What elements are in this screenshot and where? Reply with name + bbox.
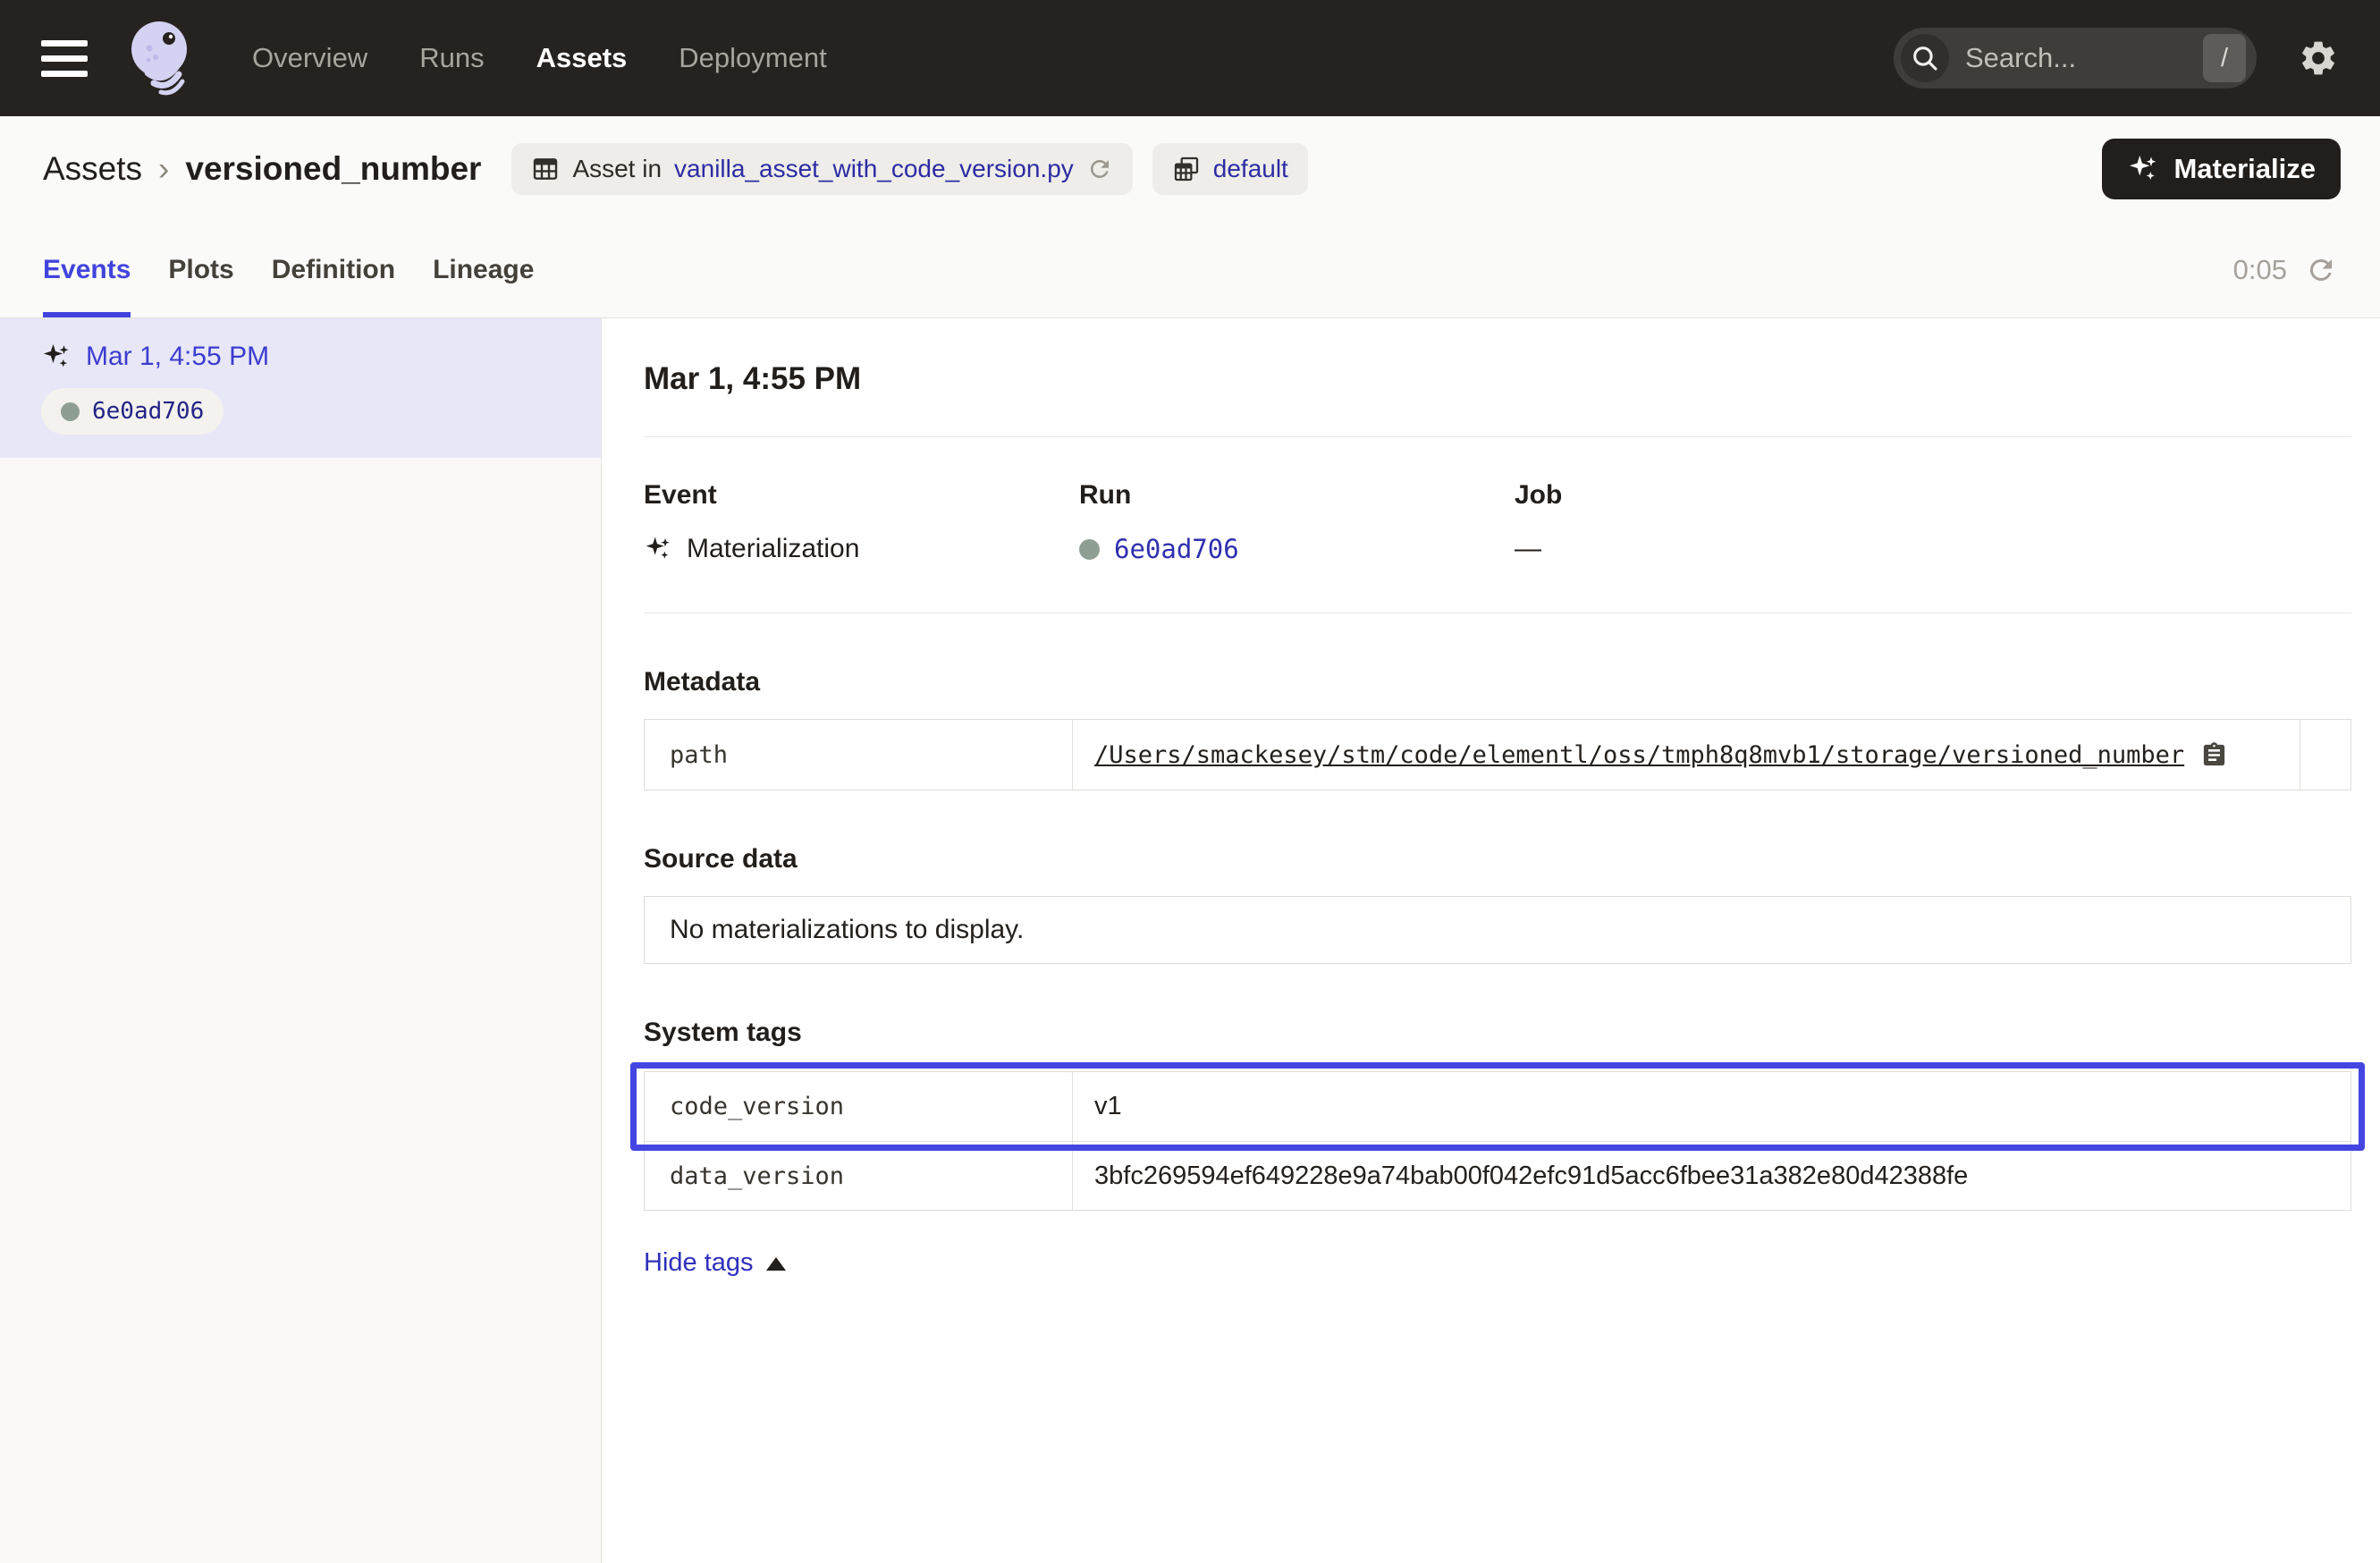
source-data-empty-state: No materializations to display.	[644, 896, 2351, 964]
breadcrumb-chevron-icon: ›	[158, 150, 169, 188]
nav-item-runs[interactable]: Runs	[419, 42, 484, 74]
caret-up-icon	[766, 1257, 786, 1271]
tab-events[interactable]: Events	[43, 222, 131, 317]
nav-item-overview[interactable]: Overview	[252, 42, 367, 74]
materialization-sparkle-icon	[644, 535, 672, 563]
table-icon	[531, 155, 560, 183]
metadata-heading: Metadata	[644, 667, 2351, 697]
nav-item-assets[interactable]: Assets	[536, 42, 628, 74]
metadata-path-link[interactable]: /Users/smackesey/stm/code/elementl/oss/t…	[1094, 741, 2184, 769]
event-detail-panel: Mar 1, 4:55 PM Event Run Job Materializa…	[602, 318, 2380, 1563]
breadcrumb-assets-link[interactable]: Assets	[43, 150, 142, 188]
event-type-value: Materialization	[687, 534, 859, 564]
refresh-icon[interactable]	[2305, 254, 2337, 286]
dagster-logo[interactable]	[122, 15, 200, 101]
refresh-countdown: 0:05	[2233, 254, 2287, 286]
tab-lineage[interactable]: Lineage	[433, 222, 534, 317]
tag-key: code_version	[645, 1072, 1073, 1141]
tag-value: 3bfc269594ef649228e9a74bab00f042efc91d5a…	[1073, 1142, 2350, 1210]
metadata-key: path	[645, 720, 1073, 790]
event-timestamp: Mar 1, 4:55 PM	[86, 342, 269, 372]
hide-tags-label: Hide tags	[644, 1248, 754, 1278]
group-default-link[interactable]: default	[1213, 155, 1288, 183]
search-box[interactable]: /	[1894, 28, 2257, 89]
event-column-label: Event	[644, 480, 1079, 511]
tab-plots[interactable]: Plots	[168, 222, 233, 317]
table-row: code_version v1	[645, 1072, 2350, 1141]
asset-file-link[interactable]: vanilla_asset_with_code_version.py	[674, 155, 1074, 183]
event-detail-title: Mar 1, 4:55 PM	[644, 361, 2351, 397]
group-table-icon	[1172, 155, 1201, 183]
search-input[interactable]	[1949, 42, 2203, 74]
run-status-dot	[61, 402, 80, 421]
source-data-empty-message: No materializations to display.	[670, 915, 1024, 945]
materialize-button[interactable]: Materialize	[2102, 139, 2341, 199]
run-chip[interactable]: 6e0ad706	[41, 388, 224, 435]
materialize-label: Materialize	[2173, 153, 2316, 185]
asset-badge-prefix: Asset in	[572, 155, 662, 183]
search-shortcut-key: /	[2203, 34, 2246, 82]
run-id: 6e0ad706	[92, 398, 204, 425]
menu-icon[interactable]	[41, 40, 88, 77]
reload-code-location-icon[interactable]	[1086, 156, 1113, 182]
page-header: Assets › versioned_number Asset in vanil…	[0, 116, 2380, 222]
table-row: data_version 3bfc269594ef649228e9a74bab0…	[645, 1141, 2350, 1210]
system-tags-heading: System tags	[644, 1018, 2351, 1048]
hide-tags-link[interactable]: Hide tags	[644, 1248, 786, 1278]
run-status-dot	[1079, 539, 1100, 560]
page-title: versioned_number	[185, 150, 481, 188]
event-list-item[interactable]: Mar 1, 4:55 PM 6e0ad706	[0, 318, 601, 458]
metadata-actions-cell	[2300, 720, 2350, 790]
top-nav: Overview Runs Assets Deployment /	[0, 0, 2380, 116]
search-icon	[1901, 34, 1949, 82]
metadata-table: path /Users/smackesey/stm/code/elementl/…	[644, 719, 2351, 790]
primary-nav: Overview Runs Assets Deployment	[252, 42, 827, 74]
job-column-label: Job	[1515, 480, 2351, 511]
run-column-label: Run	[1079, 480, 1515, 511]
tag-value: v1	[1073, 1072, 2350, 1141]
event-list-sidebar: Mar 1, 4:55 PM 6e0ad706	[0, 318, 602, 1563]
run-id-link[interactable]: 6e0ad706	[1114, 534, 1239, 564]
source-data-heading: Source data	[644, 844, 2351, 874]
tabs-bar: Events Plots Definition Lineage 0:05	[0, 222, 2380, 318]
tab-definition[interactable]: Definition	[272, 222, 395, 317]
gear-icon[interactable]	[2298, 38, 2339, 79]
job-empty-value: —	[1515, 534, 2351, 564]
asset-definition-badge: Asset in vanilla_asset_with_code_version…	[511, 143, 1132, 195]
copy-icon[interactable]	[2200, 741, 2228, 769]
materialization-sparkle-icon	[41, 342, 72, 372]
system-tags-table: code_version v1 data_version 3bfc269594e…	[644, 1071, 2351, 1211]
group-badge: default	[1152, 143, 1308, 195]
nav-item-deployment[interactable]: Deployment	[679, 42, 826, 74]
sparkle-icon	[2127, 153, 2159, 185]
tag-key: data_version	[645, 1142, 1073, 1210]
